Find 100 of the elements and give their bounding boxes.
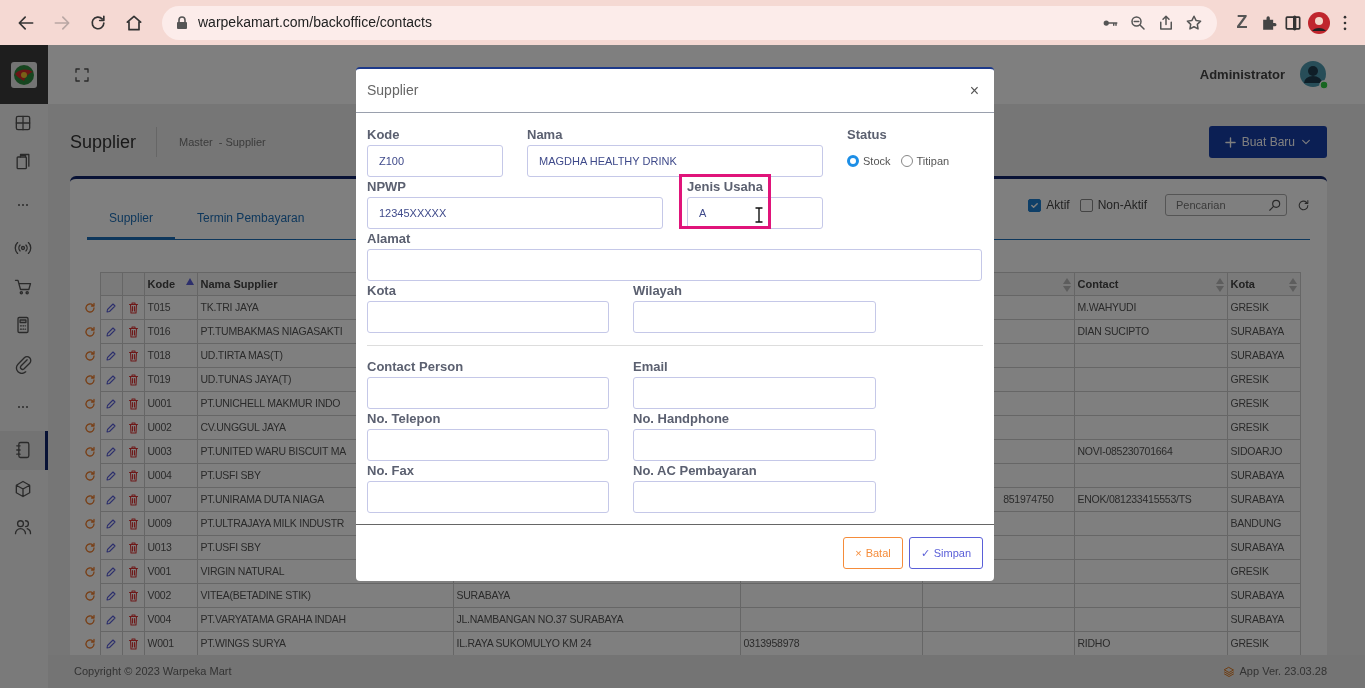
pencil-icon[interactable] (105, 565, 117, 578)
tab[interactable]: Supplier (87, 209, 176, 240)
checkbox[interactable] (1028, 198, 1042, 212)
address-bar[interactable]: warpekamart.com/backoffice/contacts (162, 5, 1217, 40)
sort-ascending-icon[interactable] (185, 278, 194, 285)
refresh-icon[interactable] (1297, 198, 1310, 212)
sort-icon[interactable] (1062, 278, 1071, 292)
pencil-icon[interactable] (105, 637, 117, 650)
pencil-icon[interactable] (105, 325, 117, 338)
refresh-icon[interactable] (83, 301, 96, 314)
pencil-icon[interactable] (105, 397, 117, 410)
input-field[interactable] (633, 429, 876, 461)
share-icon[interactable] (1157, 13, 1175, 32)
pencil-icon[interactable] (105, 469, 117, 482)
new-button[interactable]: Buat Baru (1208, 126, 1327, 158)
pencil-icon[interactable] (105, 301, 117, 314)
refresh-icon[interactable] (83, 541, 96, 554)
trash-icon[interactable] (127, 517, 139, 530)
trash-icon[interactable] (127, 613, 139, 626)
refresh-icon[interactable] (83, 517, 96, 530)
refresh-icon[interactable] (83, 493, 96, 506)
radio-button[interactable] (847, 155, 859, 167)
table-cell: PT.WINGS SURYA (200, 636, 286, 649)
copyright-text: Copyright © 2023 Warpeka Mart (74, 664, 232, 680)
refresh-icon[interactable] (83, 325, 96, 338)
trash-icon[interactable] (127, 325, 139, 338)
fullscreen-icon[interactable] (74, 66, 90, 83)
search-field[interactable]: Pencarian (1165, 194, 1287, 216)
table-cell: ENOK/081233415553/TS (1077, 492, 1192, 505)
refresh-icon[interactable] (83, 373, 96, 386)
refresh-icon[interactable] (83, 397, 96, 410)
search-icon[interactable] (1268, 198, 1282, 212)
refresh-icon[interactable] (83, 349, 96, 362)
star-icon[interactable] (1185, 13, 1203, 32)
pencil-icon[interactable] (105, 373, 117, 386)
trash-icon[interactable] (127, 349, 139, 362)
refresh-icon[interactable] (83, 613, 96, 626)
pencil-icon[interactable] (105, 517, 117, 530)
trash-icon[interactable] (127, 301, 139, 314)
trash-icon[interactable] (127, 493, 139, 506)
breadcrumb-item[interactable]: Master (179, 133, 213, 151)
field-label: NPWP (367, 178, 407, 196)
trash-icon[interactable] (127, 397, 139, 410)
input-field[interactable] (367, 301, 609, 333)
user-name[interactable]: Administrator (1199, 64, 1285, 85)
profile-avatar-icon[interactable] (1307, 10, 1331, 35)
cancel-button[interactable]: × Batal (843, 537, 903, 569)
trash-icon[interactable] (127, 445, 139, 458)
save-button[interactable]: ✓ Simpan (908, 537, 983, 569)
pencil-icon[interactable] (105, 445, 117, 458)
extension-icon[interactable]: Z (1229, 9, 1255, 36)
trash-icon[interactable] (127, 565, 139, 578)
plus-icon (1224, 136, 1236, 148)
tab[interactable]: Termin Pembayaran (175, 209, 327, 240)
pencil-icon[interactable] (105, 541, 117, 554)
trash-icon[interactable] (127, 637, 139, 650)
input-field[interactable] (367, 429, 609, 461)
refresh-icon[interactable] (83, 565, 96, 578)
pencil-icon[interactable] (105, 349, 117, 362)
sort-icon[interactable] (1215, 278, 1224, 292)
refresh-icon[interactable] (83, 637, 96, 650)
trash-icon[interactable] (127, 373, 139, 386)
column-header[interactable]: Contact (1077, 277, 1119, 290)
trash-icon[interactable] (127, 589, 139, 602)
table-cell: GRESIK (1230, 372, 1269, 385)
input-field[interactable] (633, 301, 876, 333)
radio-button[interactable] (900, 155, 913, 167)
input-field[interactable]: 12345XXXXX (367, 197, 663, 229)
table-cell: SURABAYA (1230, 540, 1285, 553)
input-field[interactable]: MAGDHA HEALTHY DRINK (527, 145, 823, 177)
pencil-icon[interactable] (105, 589, 117, 602)
column-header[interactable]: Nama Supplier (200, 277, 278, 290)
input-field[interactable] (367, 377, 609, 409)
table-cell: VITEA(BETADINE STIK) (200, 588, 311, 601)
trash-icon[interactable] (127, 421, 139, 434)
pencil-icon[interactable] (105, 493, 117, 506)
trash-icon[interactable] (127, 541, 139, 554)
sort-icon[interactable] (1288, 278, 1297, 292)
input-field[interactable] (367, 249, 982, 281)
checkbox[interactable] (1079, 198, 1093, 212)
input-field[interactable] (367, 481, 609, 513)
input-field[interactable] (633, 377, 876, 409)
refresh-icon[interactable] (83, 421, 96, 434)
column-header[interactable]: Kota (1230, 277, 1255, 290)
input-field[interactable]: Z100 (367, 145, 503, 177)
user-avatar-icon[interactable] (1299, 59, 1329, 90)
table-cell: TK.TRI JAYA (200, 300, 259, 313)
close-button[interactable]: × (965, 78, 983, 103)
logo-icon[interactable] (10, 60, 38, 89)
refresh-icon[interactable] (83, 469, 96, 482)
refresh-icon[interactable] (83, 589, 96, 602)
input-field[interactable] (633, 481, 876, 513)
chevron-down-icon (1301, 137, 1311, 147)
trash-icon[interactable] (127, 469, 139, 482)
zoom-out-icon[interactable] (1129, 13, 1147, 32)
refresh-icon[interactable] (83, 445, 96, 458)
pencil-icon[interactable] (105, 421, 117, 434)
version-text: App Ver. 23.03.28 (1239, 664, 1327, 680)
pencil-icon[interactable] (105, 613, 117, 626)
sidebar-item[interactable] (0, 431, 48, 470)
